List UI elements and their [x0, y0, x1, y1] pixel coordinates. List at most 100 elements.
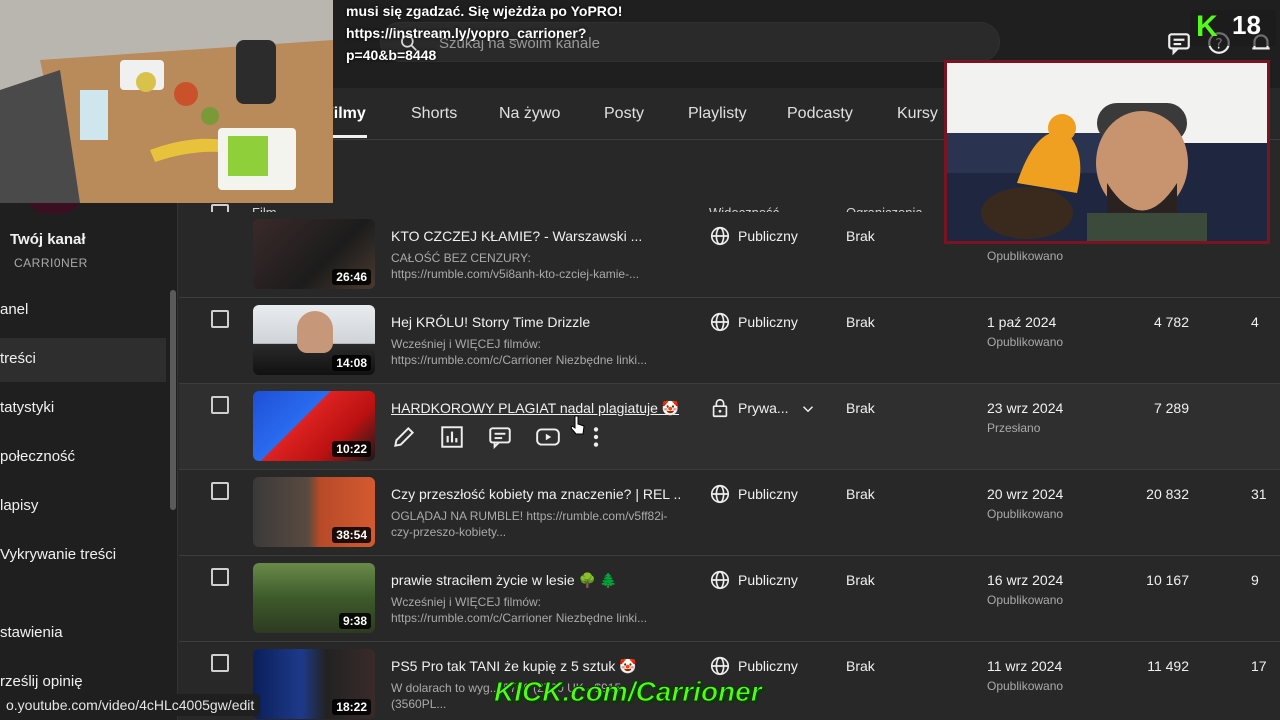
video-thumbnail[interactable]: 18:22 [253, 649, 375, 719]
sidebar-item-label: stawienia [0, 624, 63, 641]
table-row[interactable]: 14:08 Hej KRÓLU! Storry Time Drizzle Wcz… [179, 298, 1280, 384]
globe-icon [710, 312, 730, 332]
tab-shorts[interactable]: Shorts [411, 105, 457, 123]
video-thumbnail[interactable]: 14:08 [253, 305, 375, 375]
publish-status: Przesłano [987, 421, 1041, 435]
sidebar-item-panel[interactable]: anel [0, 289, 166, 333]
webcam-overlay [944, 60, 1270, 244]
sidebar-item-subtitles[interactable]: lapisy [0, 485, 166, 529]
viewer-count: 18 [1232, 10, 1261, 40]
sidebar-item-label: tatystyki [0, 399, 55, 416]
globe-icon [710, 570, 730, 590]
tab-playlists[interactable]: Playlisty [688, 105, 747, 123]
more-options-icon[interactable] [583, 424, 609, 450]
publish-date: 20 wrz 2024 [987, 486, 1064, 502]
restrictions-value: Brak [846, 314, 875, 330]
row-checkbox[interactable] [211, 568, 229, 586]
video-description: OGLĄDAJ NA RUMBLE! https://rumble.com/v5… [391, 509, 668, 539]
stream-message: musi się zgadzać. Się wjeżdża po YoPRO! … [346, 3, 623, 63]
sidebar-item-label: treści [0, 350, 36, 367]
kick-logo: K [1196, 10, 1218, 43]
sidebar-item-label: Vykrywanie treści [0, 546, 117, 563]
analytics-icon[interactable] [439, 424, 465, 450]
visibility-value[interactable]: Publiczny [738, 572, 798, 588]
restrictions-value: Brak [846, 572, 875, 588]
sidebar-item-content-detection[interactable]: Vykrywanie treści [0, 534, 166, 578]
publish-date: 11 wrz 2024 [987, 658, 1063, 674]
sidebar: Twój kanał CARRI0NER anel treści tatysty… [0, 140, 178, 720]
video-description: Wcześniej i WIĘCEJ filmów: https://rumbl… [391, 337, 648, 367]
row-checkbox[interactable] [211, 396, 229, 414]
globe-icon [710, 656, 730, 676]
thumbnail-figure [297, 311, 333, 353]
restrictions-value: Brak [846, 658, 875, 674]
publish-status: Opublikowano [987, 507, 1064, 521]
lock-icon [712, 398, 728, 418]
sidebar-item-settings[interactable]: stawienia [0, 612, 166, 656]
video-duration: 26:46 [332, 269, 371, 285]
channel-label: Twój kanał [10, 231, 86, 248]
video-title[interactable]: prawie straciłem życie w lesie 🌳 🌲 [391, 572, 617, 589]
comment-count: 9 [1251, 572, 1259, 588]
visibility-value[interactable]: Publiczny [738, 486, 798, 502]
sidebar-item-content[interactable]: treści [0, 338, 166, 382]
video-thumbnail[interactable]: 26:46 [253, 219, 375, 289]
publish-status: Opublikowano [987, 249, 1064, 263]
sidebar-scrollbar[interactable] [170, 290, 176, 510]
comments-icon[interactable] [487, 424, 513, 450]
video-duration: 18:22 [332, 699, 371, 715]
video-title[interactable]: Hej KRÓLU! Storry Time Drizzle [391, 314, 590, 330]
video-title[interactable]: HARDKOROWY PLAGIAT nadal plagiatuje 🤡 [391, 400, 679, 417]
sidebar-item-label: anel [0, 301, 29, 318]
visibility-value[interactable]: Publiczny [738, 314, 798, 330]
table-row[interactable]: 10:22 HARDKOROWY PLAGIAT nadal plagiatuj… [179, 384, 1280, 470]
video-thumbnail[interactable]: 10:22 [253, 391, 375, 461]
sidebar-item-community[interactable]: połeczność [0, 436, 166, 480]
view-count: 10 167 [1146, 572, 1189, 588]
restrictions-value: Brak [846, 228, 875, 244]
tab-podcasts[interactable]: Podcasty [787, 105, 853, 123]
video-duration: 14:08 [332, 355, 371, 371]
globe-icon [710, 484, 730, 504]
video-title[interactable]: Czy przeszłość kobiety ma znaczenie? | R… [391, 486, 681, 502]
sidebar-item-label: rześlij opinię [0, 673, 83, 690]
row-checkbox[interactable] [211, 654, 229, 672]
table-row[interactable]: 38:54 Czy przeszłość kobiety ma znaczeni… [179, 470, 1280, 556]
status-url: o.youtube.com/video/4cHLc4005gw/edit [0, 694, 261, 716]
visibility-value[interactable]: Publiczny [738, 228, 798, 244]
sidebar-item-label: połeczność [0, 448, 76, 465]
edit-icon[interactable] [391, 424, 417, 450]
publish-status: Opublikowano [987, 679, 1064, 693]
publish-date: 23 wrz 2024 [987, 400, 1064, 416]
video-duration: 9:38 [338, 613, 371, 629]
video-title[interactable]: PS5 Pro tak TANI że kupię z 5 sztuk 🤡 [391, 658, 637, 675]
mouse-cursor-icon [570, 415, 585, 435]
channel-name: CARRI0NER [14, 256, 88, 270]
table-row[interactable]: 9:38 prawie straciłem życie w lesie 🌳 🌲 … [179, 556, 1280, 642]
sidebar-item-analytics[interactable]: tatystyki [0, 387, 166, 431]
video-duration: 38:54 [332, 527, 371, 543]
youtube-play-icon[interactable] [535, 424, 561, 450]
publish-date: 1 paź 2024 [987, 314, 1057, 330]
comment-icon[interactable] [1166, 30, 1192, 56]
row-checkbox[interactable] [211, 482, 229, 500]
kick-channel-banner: KICK.com/Carrioner [494, 676, 763, 708]
tab-live[interactable]: Na żywo [499, 105, 560, 123]
tab-posts[interactable]: Posty [604, 105, 644, 123]
view-count: 4 782 [1153, 314, 1189, 330]
visibility-value[interactable]: Publiczny [738, 658, 798, 674]
publish-status: Opublikowano [987, 335, 1064, 349]
video-thumbnail[interactable]: 9:38 [253, 563, 375, 633]
visibility-value[interactable]: Prywa... [738, 400, 789, 416]
kitchen-camera-overlay [0, 0, 333, 203]
view-count: 20 832 [1146, 486, 1189, 502]
row-checkbox[interactable] [211, 310, 229, 328]
view-count: 11 492 [1147, 658, 1189, 674]
video-description: Wcześniej i WIĘCEJ filmów: https://rumbl… [391, 595, 648, 625]
active-tab-indicator [330, 135, 367, 138]
video-description: CAŁOŚĆ BEZ CENZURY: https://rumble.com/v… [391, 251, 640, 281]
chevron-down-icon[interactable] [799, 400, 817, 418]
video-thumbnail[interactable]: 38:54 [253, 477, 375, 547]
video-title[interactable]: KTO CZCZEJ KŁAMIE? - Warszawski ... [391, 228, 642, 244]
tab-courses[interactable]: Kursy [897, 105, 938, 123]
